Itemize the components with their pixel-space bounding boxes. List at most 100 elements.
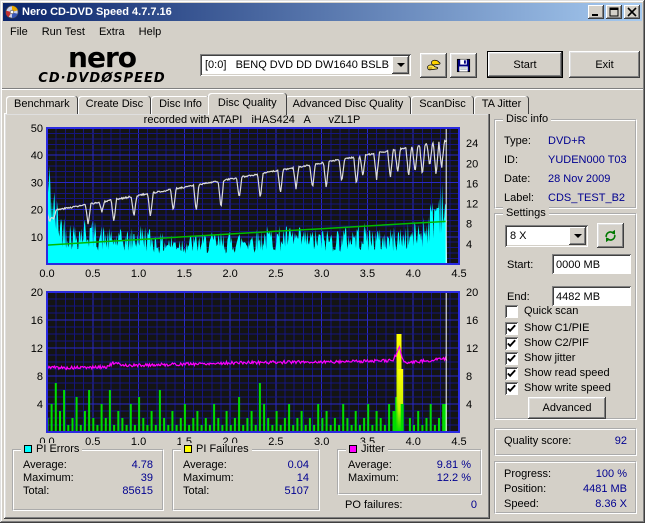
svg-text:4: 4: [37, 399, 43, 411]
menu-help[interactable]: Help: [132, 24, 169, 40]
checkbox-box[interactable]: [505, 381, 518, 395]
end-field-label: End:: [507, 291, 530, 303]
tab-ta-jitter[interactable]: TA Jitter: [473, 96, 530, 114]
tab-scandisc[interactable]: ScanDisc: [411, 96, 474, 114]
save-floppy-icon: [456, 58, 471, 73]
advanced-button[interactable]: Advanced: [528, 397, 606, 419]
disc-info-label: Type:: [504, 135, 531, 147]
nero-logo: nero CD·DVDØSPEED: [12, 41, 192, 86]
title-bar[interactable]: Nero CD-DVD Speed 4.7.7.16: [3, 3, 642, 21]
checkbox-label: Show jitter: [524, 352, 576, 364]
checkbox-quick-scan[interactable]: Quick scan: [505, 304, 578, 318]
stat-row: Maximum: 39: [14, 471, 162, 484]
check-icon: [507, 369, 516, 377]
disc-info-group: Disc info Type: DVD+R ID: YUDEN000 T03 Date:…: [494, 113, 637, 209]
tab-disc-info[interactable]: Disc Info: [151, 96, 210, 114]
legend-swatch-pi-errors: [24, 445, 32, 453]
check-icon: [507, 354, 516, 362]
checkbox-box[interactable]: [505, 366, 518, 380]
po-failures-value: 0: [470, 499, 477, 511]
checkbox-box[interactable]: [505, 321, 518, 335]
stat-label: Average:: [23, 459, 67, 471]
svg-text:4.0: 4.0: [406, 436, 421, 448]
maximize-button[interactable]: [606, 5, 622, 19]
svg-text:0.5: 0.5: [85, 436, 100, 448]
stat-value: 12.2 %: [436, 472, 471, 484]
disc-info-label: ID:: [504, 154, 519, 166]
drive-selector-dropdown-button[interactable]: [392, 56, 409, 74]
checkbox-show-jitter[interactable]: Show jitter: [505, 351, 575, 365]
tab-disc-quality[interactable]: Disc Quality: [207, 93, 287, 115]
checkbox-box[interactable]: [505, 304, 518, 318]
scan-speed-select[interactable]: 8 X: [505, 225, 588, 247]
menu-extra[interactable]: Extra: [92, 24, 132, 40]
logo-nero-text: nero: [68, 41, 137, 74]
svg-text:8: 8: [466, 219, 472, 231]
svg-text:20: 20: [466, 158, 478, 170]
chevron-down-icon: [396, 63, 405, 71]
svg-text:1.0: 1.0: [131, 436, 146, 448]
close-button[interactable]: [624, 5, 640, 19]
refresh-button[interactable]: [597, 223, 624, 248]
legend-swatch-pi-failures: [184, 445, 192, 453]
stat-value: 9.81 %: [436, 459, 471, 471]
stat-title-jitter: Jitter: [346, 443, 388, 455]
scan-speed-value: 8 X: [510, 230, 527, 242]
checkbox-box[interactable]: [505, 351, 518, 365]
svg-text:4.0: 4.0: [406, 268, 421, 280]
tab-strip: Benchmark Create Disc Disc Info Disc Qualit…: [6, 93, 530, 115]
stat-group-pi-failures: PI Failures Average: 0.04 Maximum: 14 Total: 5…: [172, 443, 320, 511]
disc-info-value: 28 Nov 2009: [548, 173, 611, 185]
close-icon: [627, 7, 637, 17]
svg-text:4: 4: [466, 399, 472, 411]
exit-button[interactable]: Exit: [569, 51, 640, 78]
drive-selector[interactable]: [0:0] BENQ DVD DD DW1640 BSLB: [200, 54, 411, 76]
tab-advanced-disc-quality[interactable]: Advanced Disc Quality: [284, 96, 412, 114]
tab-benchmark[interactable]: Benchmark: [6, 96, 78, 114]
winged-shoes-icon: [427, 59, 441, 71]
progress-row: Progress: 100 %: [496, 466, 635, 481]
speed-settings-button[interactable]: [420, 53, 447, 78]
svg-text:30: 30: [31, 177, 43, 189]
checkbox-show-c1-pie[interactable]: Show C1/PIE: [505, 321, 589, 335]
disc-info-value: CDS_TEST_B2: [548, 192, 626, 204]
po-failures-row: PO failures: 0: [345, 499, 477, 511]
scan-speed-dropdown-button[interactable]: [569, 227, 586, 245]
chevron-down-icon: [573, 234, 582, 242]
checkbox-label: Show C1/PIE: [524, 322, 590, 334]
checkbox-label: Show read speed: [524, 367, 610, 379]
checkbox-box[interactable]: [505, 336, 518, 350]
stat-title-text: Jitter: [361, 443, 385, 455]
checkbox-show-read-speed[interactable]: Show read speed: [505, 366, 610, 380]
quality-score-value: 92: [614, 435, 627, 447]
svg-text:20: 20: [31, 205, 43, 217]
checkbox-show-c2-pif[interactable]: Show C2/PIF: [505, 336, 589, 350]
toolbar-divider: [2, 88, 643, 90]
start-button[interactable]: Start: [487, 51, 563, 78]
disc-info-value: YUDEN000 T03: [548, 154, 627, 166]
stat-row: Average: 4.78: [14, 458, 162, 471]
svg-text:24: 24: [466, 138, 478, 150]
minimize-button[interactable]: [588, 5, 604, 19]
end-field[interactable]: [552, 286, 631, 306]
checkbox-show-write-speed[interactable]: Show write speed: [505, 381, 611, 395]
svg-text:8: 8: [37, 371, 43, 383]
stat-label: Total:: [23, 485, 50, 497]
save-button[interactable]: [450, 53, 477, 78]
disc-info-row: ID: YUDEN000 T03: [504, 154, 627, 166]
refresh-icon: [605, 229, 616, 242]
progress-row: Position: 4481 MB: [496, 481, 635, 496]
menu-bar: File Run Test Extra Help: [3, 22, 642, 42]
svg-text:3.0: 3.0: [314, 268, 329, 280]
check-icon: [507, 324, 516, 332]
stat-label: Maximum:: [183, 472, 234, 484]
stat-title-text: PI Errors: [36, 443, 80, 455]
tab-create-disc[interactable]: Create Disc: [77, 96, 152, 114]
progress-value: 8.36 X: [595, 498, 627, 510]
menu-run-test[interactable]: Run Test: [35, 24, 92, 40]
start-field[interactable]: [552, 254, 631, 274]
app-window: Nero CD-DVD Speed 4.7.7.16 File Run Test E…: [0, 0, 645, 523]
settings-group: Settings 8 X Start: End: Quick scan Show …: [494, 207, 637, 420]
menu-file[interactable]: File: [3, 24, 35, 40]
svg-text:3.5: 3.5: [360, 268, 375, 280]
